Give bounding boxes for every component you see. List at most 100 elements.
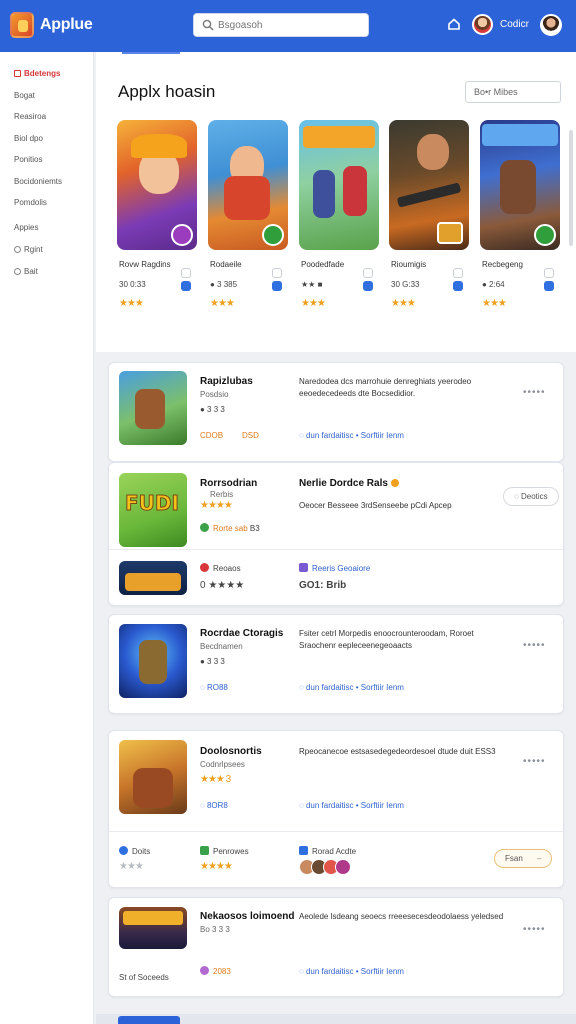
- game-card[interactable]: Poodedfade ★★ ■ ★★★: [299, 120, 379, 309]
- details-link[interactable]: ◌ dun fardaitisc • Sorftiir Ienm: [299, 431, 404, 440]
- status-dot-icon: [200, 523, 209, 532]
- game-thumbnail[interactable]: [299, 120, 379, 250]
- game-thumbnail[interactable]: [480, 120, 560, 250]
- game-name: Poodedfade: [301, 260, 345, 269]
- game-title[interactable]: Doolosnortis: [200, 746, 262, 757]
- game-description: Aeolede lsdeang seoecs rreeesecesdeodola…: [299, 912, 504, 921]
- game-card[interactable]: Rovw Ragdins 30 0:33 ★★★: [117, 120, 197, 309]
- info-icon: [181, 281, 191, 291]
- more-button[interactable]: Bo•r Mibes: [465, 81, 561, 103]
- info-icon: [119, 846, 128, 855]
- app-icon: [299, 846, 308, 855]
- sidebar-item[interactable]: Reasiroa: [14, 112, 46, 121]
- dash-icon: –: [537, 854, 542, 863]
- game-rating: ★★★ 3: [200, 774, 231, 785]
- tag-icon: [200, 563, 209, 572]
- sidebar-item[interactable]: Biol dpo: [14, 134, 43, 143]
- game-highlight-title: Nerlie Dordce Rals: [299, 478, 403, 489]
- game-badge-icon: [534, 224, 556, 246]
- game-title[interactable]: Rapizlubas: [200, 376, 253, 387]
- game-subtitle: Posdsio: [200, 390, 229, 399]
- game-name: Rovw Ragdins: [119, 260, 171, 269]
- sidebar-item[interactable]: Bait: [14, 267, 38, 276]
- sub-item[interactable]: Reoaos: [200, 563, 241, 573]
- game-description: Naredodea dcs marrohuie denreghiats yeer…: [299, 377, 472, 398]
- mini-chip-icon: [544, 268, 554, 278]
- mini-chip-icon: [181, 268, 191, 278]
- card-footer: St of Soceeds: [119, 973, 169, 982]
- game-price: 30 0:33: [119, 280, 146, 289]
- game-meta: Rorte sab B3: [200, 523, 260, 533]
- sidebar-item[interactable]: Bocidoniemts: [14, 177, 62, 186]
- game-title[interactable]: Nekaosos loimoend: [200, 911, 294, 922]
- game-title[interactable]: Rocrdae Ctoragis: [200, 628, 283, 639]
- more-options-icon[interactable]: •••••: [523, 387, 546, 398]
- app-title[interactable]: Applue: [40, 16, 93, 34]
- game-card[interactable]: Rodaeile ● 3 385 ★★★: [208, 120, 288, 309]
- game-price: ● 3 385: [210, 280, 238, 289]
- game-rating: ● 3 3 3: [200, 657, 225, 666]
- sub-item-meta: GO1: Brib: [299, 580, 347, 591]
- sidebar-item[interactable]: Appies: [14, 223, 38, 232]
- price-tag: CDOB: [200, 431, 224, 440]
- sidebar-item[interactable]: Pomdolis: [14, 198, 47, 207]
- game-card[interactable]: Recbegeng ● 2:64 ★★★: [480, 120, 560, 309]
- game-thumbnail[interactable]: [119, 371, 187, 445]
- mini-chip-icon: [272, 268, 282, 278]
- grid-icon: [14, 70, 21, 77]
- game-rating: ★★★: [482, 298, 507, 309]
- game-card[interactable]: Rioumigis 30 G:33 ★★★: [389, 120, 469, 309]
- active-tab-indicator: [122, 52, 180, 54]
- mini-game-banner[interactable]: [119, 561, 187, 595]
- friend-avatars[interactable]: [299, 859, 359, 875]
- game-rating: ★★★: [391, 298, 416, 309]
- game-thumbnail[interactable]: [119, 907, 187, 949]
- sub-item-rating: ★★★: [119, 861, 144, 872]
- game-thumbnail[interactable]: [208, 120, 288, 250]
- game-price: 30 G:33: [391, 280, 420, 289]
- search-input[interactable]: [218, 17, 362, 34]
- price-tag: ◌ 8OR8: [200, 801, 228, 810]
- more-options-icon[interactable]: •••••: [523, 756, 546, 767]
- details-link[interactable]: ◌ dun fardaitisc • Sorftiir Ienm: [299, 683, 404, 692]
- details-link[interactable]: ◌ dun fardaitisc • Sorftiir Ienm: [299, 967, 404, 976]
- sidebar-item-active[interactable]: Bdetengs: [14, 69, 60, 78]
- bottom-tab-indicator[interactable]: [118, 1016, 180, 1024]
- carousel-scrollbar[interactable]: [569, 130, 573, 246]
- status-dot-icon: [200, 966, 209, 975]
- sidebar-item[interactable]: Rgint: [14, 245, 43, 254]
- home-icon[interactable]: [447, 17, 461, 31]
- game-thumbnail[interactable]: [119, 740, 187, 814]
- app-icon: [200, 846, 209, 855]
- sub-item-rating: ★★★★: [200, 861, 233, 872]
- game-rating: ★★★: [210, 298, 235, 309]
- sub-item[interactable]: Reeris Geoaiore: [299, 563, 370, 573]
- sub-item[interactable]: Rorad Acdte: [299, 846, 356, 856]
- game-thumbnail[interactable]: [389, 120, 469, 250]
- divider: [109, 831, 563, 832]
- search-bar[interactable]: [193, 13, 369, 37]
- sidebar-item[interactable]: Ponitios: [14, 155, 42, 164]
- app-logo-icon[interactable]: [10, 12, 34, 38]
- game-title[interactable]: Rorrsodrian: [200, 478, 257, 489]
- sub-item[interactable]: Doits: [119, 846, 150, 856]
- more-options-icon[interactable]: •••••: [523, 640, 546, 651]
- fan-button[interactable]: Fsan –: [494, 849, 553, 868]
- game-name: Recbegeng: [482, 260, 523, 269]
- profile-avatar[interactable]: [540, 14, 562, 36]
- game-rating: ★★★: [301, 298, 326, 309]
- info-icon: [544, 281, 554, 291]
- user-name[interactable]: Codicr: [500, 19, 529, 30]
- mini-chip-icon: [363, 268, 373, 278]
- game-thumbnail[interactable]: FUDI: [119, 473, 187, 547]
- game-thumbnail[interactable]: [117, 120, 197, 250]
- details-link[interactable]: ◌ dun fardaitisc • Sorftiir Ienm: [299, 801, 404, 810]
- game-thumbnail[interactable]: [119, 624, 187, 698]
- user-avatar[interactable]: [472, 14, 493, 35]
- more-options-icon[interactable]: •••••: [523, 924, 546, 935]
- sub-item[interactable]: Penrowes: [200, 846, 249, 856]
- follow-button[interactable]: ◌ Deotics: [503, 487, 559, 506]
- sub-item-rating: 0 ★★★★: [200, 580, 245, 591]
- game-logo-text: FUDI: [125, 491, 180, 516]
- sidebar-item[interactable]: Bogat: [14, 91, 35, 100]
